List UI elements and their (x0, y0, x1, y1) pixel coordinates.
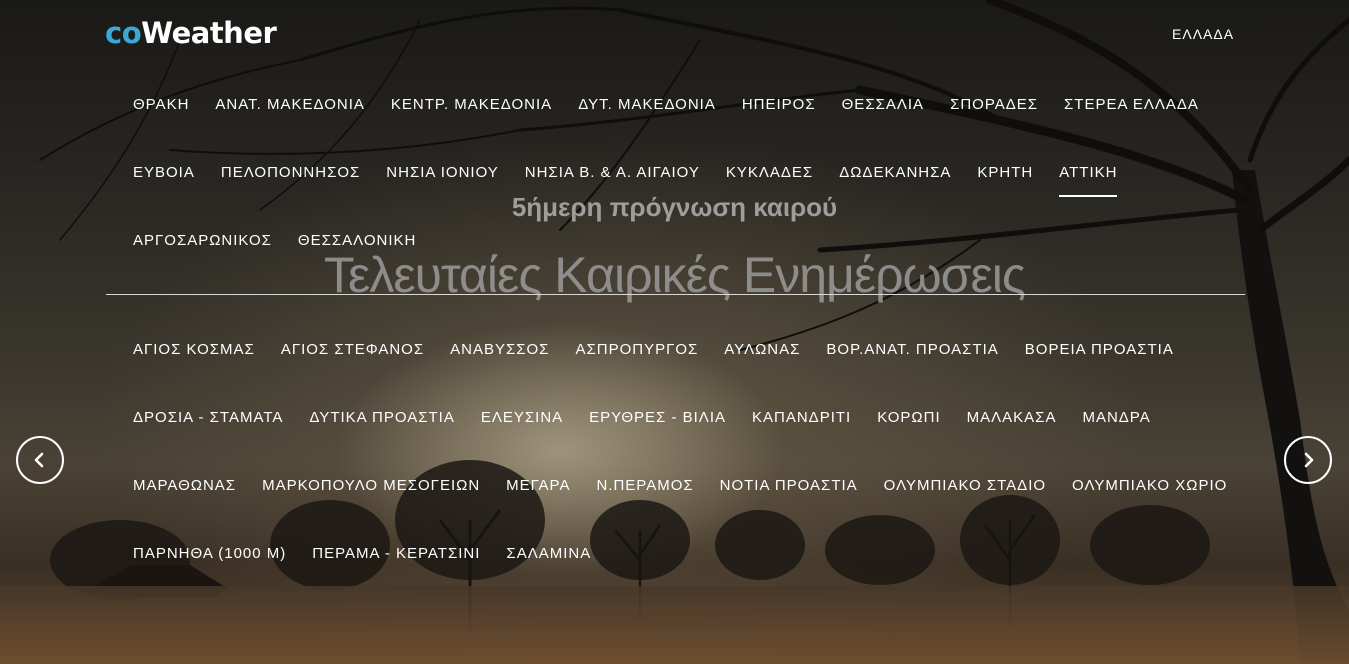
region-item[interactable]: ΔΩΔΕΚΑΝΗΣΑ (826, 164, 964, 181)
site-logo[interactable]: coWeather (105, 16, 277, 50)
area-item[interactable]: ΠΕΡΑΜΑ - ΚΕΡΑΤΣΙΝΙ (299, 545, 493, 562)
chevron-left-icon (34, 452, 44, 468)
region-item[interactable]: ΘΕΣΣΑΛΟΝΙΚΗ (285, 232, 429, 249)
region-nav-row-2: ΕΥΒΟΙΑ ΠΕΛΟΠΟΝΝΗΣΟΣ ΝΗΣΙΑ ΙΟΝΙΟΥ ΝΗΣΙΑ Β… (120, 164, 1130, 197)
area-item[interactable]: ΒΟΡ.ΑΝΑΤ. ΠΡΟΑΣΤΙΑ (813, 341, 1011, 358)
area-nav-row-1: ΑΓΙΟΣ ΚΟΣΜΑΣ ΑΓΙΟΣ ΣΤΕΦΑΝΟΣ ΑΝΑΒΥΣΣΟΣ ΑΣ… (120, 341, 1187, 358)
area-item[interactable]: ΚΑΠΑΝΔΡΙΤΙ (739, 409, 864, 426)
region-item[interactable]: ΣΤΕΡΕΑ ΕΛΛΑΔΑ (1051, 96, 1212, 113)
region-item[interactable]: ΑΝΑΤ. ΜΑΚΕΔΟΝΙΑ (202, 96, 377, 113)
area-item[interactable]: ΑΥΛΩΝΑΣ (711, 341, 813, 358)
region-item[interactable]: ΠΕΛΟΠΟΝΝΗΣΟΣ (208, 164, 373, 181)
area-item[interactable]: ΟΛΥΜΠΙΑΚΟ ΧΩΡΙΟ (1059, 477, 1240, 494)
region-item[interactable]: ΘΡΑΚΗ (120, 96, 202, 113)
ground-band (0, 586, 1349, 664)
country-link[interactable]: ΕΛΛΑΔΑ (1172, 26, 1234, 42)
area-item[interactable]: ΜΕΓΑΡΑ (493, 477, 583, 494)
area-item[interactable]: ΟΛΥΜΠΙΑΚΟ ΣΤΑΔΙΟ (871, 477, 1059, 494)
area-item[interactable]: ΑΓΙΟΣ ΚΟΣΜΑΣ (120, 341, 268, 358)
hero-headline: Τελευταίες Καιρικές Ενημέρωσεις (324, 247, 1026, 303)
area-item[interactable]: ΕΛΕΥΣΙΝΑ (468, 409, 576, 426)
area-item[interactable]: ΜΑΡΚΟΠΟΥΛΟ ΜΕΣΟΓΕΙΩΝ (249, 477, 493, 494)
hero-subtitle: 5ήμερη πρόγνωση καιρού (511, 192, 838, 222)
divider (106, 294, 1245, 295)
area-nav-row-2: ΔΡΟΣΙΑ - ΣΤΑΜΑΤΑ ΔΥΤΙΚΑ ΠΡΟΑΣΤΙΑ ΕΛΕΥΣΙΝ… (120, 409, 1164, 426)
logo-prefix: co (105, 16, 142, 50)
region-item[interactable]: ΕΥΒΟΙΑ (120, 164, 208, 181)
region-item-active[interactable]: ΑΤΤΙΚΗ (1046, 164, 1130, 197)
region-item[interactable]: ΚΡΗΤΗ (964, 164, 1046, 181)
area-item[interactable]: Ν.ΠΕΡΑΜΟΣ (583, 477, 706, 494)
region-nav-row-1: ΘΡΑΚΗ ΑΝΑΤ. ΜΑΚΕΔΟΝΙΑ ΚΕΝΤΡ. ΜΑΚΕΔΟΝΙΑ Δ… (120, 96, 1212, 113)
region-item[interactable]: ΚΕΝΤΡ. ΜΑΚΕΔΟΝΙΑ (378, 96, 565, 113)
area-nav-row-4: ΠΑΡΝΗΘΑ (1000 Μ) ΠΕΡΑΜΑ - ΚΕΡΑΤΣΙΝΙ ΣΑΛΑ… (120, 545, 604, 562)
area-item[interactable]: ΑΓΙΟΣ ΣΤΕΦΑΝΟΣ (268, 341, 437, 358)
carousel-next-button[interactable] (1284, 436, 1332, 484)
area-item[interactable]: ΚΟΡΩΠΙ (864, 409, 953, 426)
area-item[interactable]: ΑΣΠΡΟΠΥΡΓΟΣ (562, 341, 711, 358)
region-item[interactable]: ΗΠΕΙΡΟΣ (729, 96, 829, 113)
region-item[interactable]: ΣΠΟΡΑΔΕΣ (937, 96, 1051, 113)
logo-suffix: Weather (141, 16, 277, 50)
region-item[interactable]: ΘΕΣΣΑΛΙΑ (829, 96, 937, 113)
carousel-prev-button[interactable] (16, 436, 64, 484)
area-item[interactable]: ΜΑΛΑΚΑΣΑ (954, 409, 1070, 426)
area-nav-row-3: ΜΑΡΑΘΩΝΑΣ ΜΑΡΚΟΠΟΥΛΟ ΜΕΣΟΓΕΙΩΝ ΜΕΓΑΡΑ Ν.… (120, 477, 1240, 494)
region-item[interactable]: ΑΡΓΟΣΑΡΩΝΙΚΟΣ (120, 232, 285, 249)
region-nav-row-3: ΑΡΓΟΣΑΡΩΝΙΚΟΣ ΘΕΣΣΑΛΟΝΙΚΗ (120, 232, 429, 249)
area-item[interactable]: ΠΑΡΝΗΘΑ (1000 Μ) (120, 545, 299, 562)
region-item[interactable]: ΔΥΤ. ΜΑΚΕΔΟΝΙΑ (565, 96, 729, 113)
area-item[interactable]: ΜΑΡΑΘΩΝΑΣ (120, 477, 249, 494)
area-item[interactable]: ΜΑΝΔΡΑ (1069, 409, 1163, 426)
region-item[interactable]: ΝΗΣΙΑ ΙΟΝΙΟΥ (373, 164, 511, 181)
area-item[interactable]: ΝΟΤΙΑ ΠΡΟΑΣΤΙΑ (707, 477, 871, 494)
area-item[interactable]: ΕΡΥΘΡΕΣ - ΒΙΛΙΑ (576, 409, 739, 426)
region-item[interactable]: ΚΥΚΛΑΔΕΣ (713, 164, 826, 181)
chevron-right-icon (1304, 452, 1314, 468)
area-item[interactable]: ΑΝΑΒΥΣΣΟΣ (437, 341, 562, 358)
area-item[interactable]: ΔΡΟΣΙΑ - ΣΤΑΜΑΤΑ (120, 409, 296, 426)
area-item[interactable]: ΣΑΛΑΜΙΝΑ (493, 545, 604, 562)
area-item[interactable]: ΒΟΡΕΙΑ ΠΡΟΑΣΤΙΑ (1012, 341, 1187, 358)
region-item[interactable]: ΝΗΣΙΑ Β. & Α. ΑΙΓΑΙΟΥ (512, 164, 713, 181)
area-item[interactable]: ΔΥΤΙΚΑ ΠΡΟΑΣΤΙΑ (296, 409, 467, 426)
